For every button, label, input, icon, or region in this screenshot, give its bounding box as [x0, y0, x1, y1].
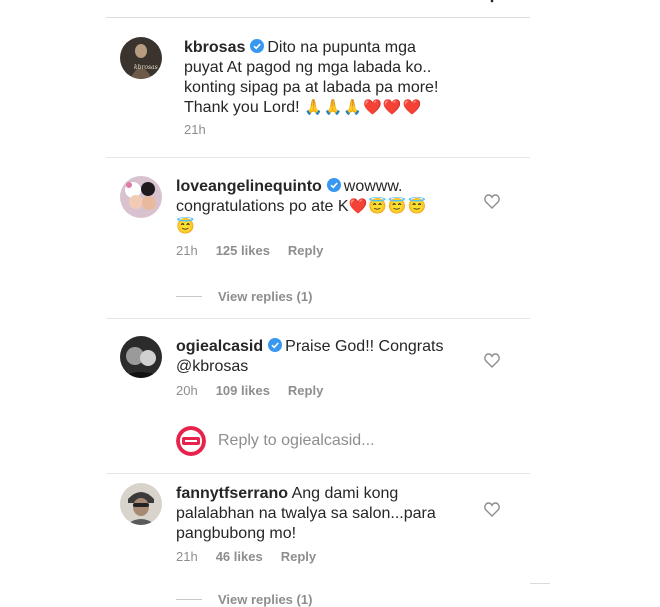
comment-1-reply-button[interactable]: Reply: [288, 243, 323, 258]
comment-2-time: 20h: [176, 383, 198, 398]
divider: [106, 473, 530, 474]
comment-2-likes[interactable]: 109 likes: [216, 383, 270, 398]
like-heart-icon[interactable]: [484, 353, 500, 368]
avatar-fannytfserrano[interactable]: [120, 483, 162, 525]
comment-2-text: ogiealcasid Praise God!! Congrats @kbrosa…: [176, 337, 476, 377]
more-options-icon[interactable]: [484, 0, 494, 3]
comment-3-reply-button[interactable]: Reply: [281, 549, 316, 564]
avatar-image: [120, 176, 162, 218]
comment-2-mention[interactable]: @kbrosas: [176, 358, 248, 375]
caption-time: 21h: [184, 122, 224, 138]
comment-1-text: loveangelinequinto wowww. congratulations…: [176, 177, 476, 237]
view-replies-label: View replies (1): [218, 289, 313, 304]
comment-1-username[interactable]: loveangelinequinto: [176, 178, 322, 195]
avatar-loveangelinequinto[interactable]: [120, 176, 162, 218]
comment-3-text: fannytfserrano Ang dami kong palalabhan …: [176, 484, 476, 544]
comment-3-username[interactable]: fannytfserrano: [176, 485, 288, 502]
avatar-image: [120, 336, 162, 378]
reply-input[interactable]: Reply to ogiealcasid...: [218, 432, 375, 450]
reply-placeholder: Reply to ogiealcasid...: [218, 432, 375, 449]
avatar-image: kbrosas: [120, 37, 162, 79]
verified-badge-icon: [250, 39, 265, 53]
verified-badge-icon: [326, 178, 341, 192]
top-divider: [106, 17, 530, 18]
svg-text:kbrosas: kbrosas: [134, 64, 158, 71]
divider: [106, 318, 530, 319]
comment-3-likes[interactable]: 46 likes: [216, 549, 263, 564]
comment-2-username[interactable]: ogiealcasid: [176, 338, 263, 355]
comment-2-meta: 20h 109 likes Reply: [176, 383, 341, 399]
divider: [530, 583, 550, 584]
comment-1-emoji-3: 😇: [176, 218, 196, 235]
comment-1-line-1: wowww.: [343, 178, 403, 195]
comment-1-time: 21h: [176, 243, 198, 258]
verified-badge-icon: [268, 338, 283, 352]
comment-3-time: 21h: [176, 549, 198, 564]
comment-3-meta: 21h 46 likes Reply: [176, 549, 334, 565]
avatar-kbrosas[interactable]: kbrosas: [120, 37, 162, 79]
comment-3-line-2: palalabhan na twalya sa salon...para: [176, 505, 436, 522]
comment-2-reply-button[interactable]: Reply: [288, 383, 323, 398]
comment-1-emoji-2: ❤️😇😇😇: [348, 198, 428, 215]
comment-3-line-3: pangbubong mo!: [176, 525, 297, 542]
caption-line-2: puyat At pagod ng mga labada ko..: [184, 59, 432, 76]
comment-3-line-1: Ang dami kong: [291, 485, 399, 502]
caption-emoji: 🙏🙏🙏❤️❤️❤️: [304, 99, 423, 116]
caption-line-4: Thank you Lord!: [184, 99, 300, 116]
comment-1-line-2: congratulations po ate K: [176, 198, 349, 215]
pep-logo-icon: [176, 426, 206, 456]
current-user-avatar: [176, 426, 206, 456]
comment-1-view-replies[interactable]: View replies (1): [176, 289, 312, 304]
comment-2-line-1: Praise God!! Congrats: [285, 338, 444, 355]
like-heart-icon[interactable]: [484, 502, 500, 517]
avatar-ogiealcasid[interactable]: [120, 336, 162, 378]
avatar-image: [120, 483, 162, 525]
divider: [106, 157, 530, 158]
comment-1-meta: 21h 125 likes Reply: [176, 243, 341, 259]
caption-line-3: konting sipag pa at labada pa more!: [184, 79, 439, 96]
caption-username[interactable]: kbrosas: [184, 39, 245, 56]
comment-1-likes[interactable]: 125 likes: [216, 243, 270, 258]
caption-timestamp: 21h: [184, 122, 206, 137]
view-replies-line: [176, 296, 202, 297]
like-heart-icon[interactable]: [484, 194, 500, 209]
caption-text: kbrosas Dito na pupunta mga puyat At pago…: [184, 38, 484, 118]
caption-line-1: Dito na pupunta mga: [267, 39, 416, 56]
